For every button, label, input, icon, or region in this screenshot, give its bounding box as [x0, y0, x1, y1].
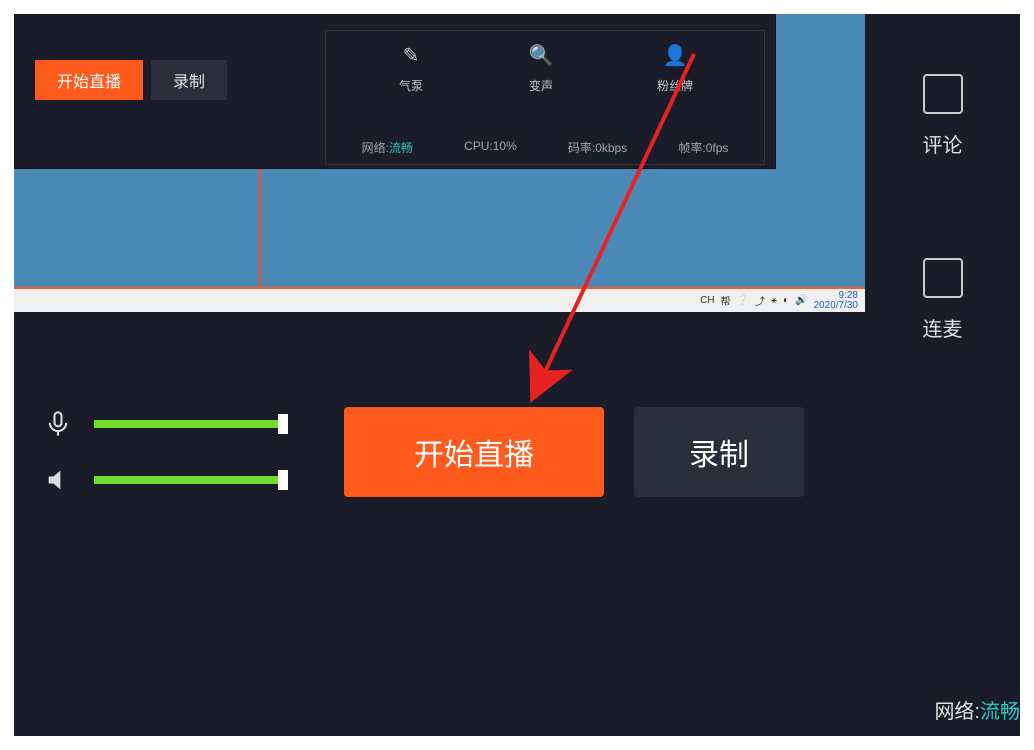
tray-icon[interactable]: 帮: [721, 293, 731, 308]
volume-icon[interactable]: 🔊: [795, 295, 807, 306]
sidebar-item-comments[interactable]: 评论: [923, 74, 963, 158]
clock[interactable]: 9:282020/7/30: [814, 291, 859, 311]
tool-item-fans[interactable]: 👤 粉丝牌: [657, 41, 693, 94]
stat-framerate: 帧率:0fps: [678, 139, 728, 156]
stat-network: 网络:流畅: [362, 139, 413, 156]
slider-thumb[interactable]: [278, 414, 288, 434]
main-control-bar: 开始直播 录制: [14, 312, 866, 592]
lang-indicator[interactable]: CH: [700, 295, 714, 306]
help-icon[interactable]: ❔: [737, 295, 749, 306]
start-live-button[interactable]: 开始直播: [344, 407, 604, 497]
sidebar-label: 评论: [923, 129, 963, 158]
mic-volume-slider[interactable]: [94, 420, 284, 428]
tool-label: 变声: [529, 77, 553, 94]
magnifier-icon: 🔍: [527, 41, 555, 69]
speaker-volume-row: [44, 466, 284, 494]
comment-icon: [923, 74, 963, 114]
sidebar-item-lianmai[interactable]: 连麦: [923, 258, 963, 342]
tool-icons-row: ✎ 气泵 🔍 变声 👤 粉丝牌 网络:流畅: [325, 30, 765, 165]
tray-icon[interactable]: ◐: [783, 295, 789, 306]
tool-label: 粉丝牌: [657, 77, 693, 94]
record-button[interactable]: 录制: [634, 407, 804, 497]
tray-icon[interactable]: ⤴: [755, 293, 765, 308]
stream-control-panel: 开始直播 录制 ✎ 气泵 🔍 变声 👤: [14, 14, 776, 169]
record-small-button[interactable]: 录制: [151, 60, 227, 100]
lianmai-icon: [923, 258, 963, 298]
person-icon: 👤: [661, 41, 689, 69]
right-sidebar: 评论 连麦 网络:流畅: [865, 14, 1020, 736]
windows-taskbar[interactable]: CH 帮 ❔ ⤴ ⚹ ◐ 🔊 9:282020/7/30: [14, 287, 866, 312]
tray-icon[interactable]: ⚹: [771, 295, 777, 306]
sidebar-label: 连麦: [923, 313, 963, 342]
slider-thumb[interactable]: [278, 470, 288, 490]
speaker-icon: [44, 466, 72, 494]
tool-label: 气泵: [399, 77, 423, 94]
mic-icon: [44, 410, 72, 438]
mic-volume-row: [44, 410, 284, 438]
desktop-area: 开始直播 录制 ✎ 气泵 🔍 变声 👤: [14, 14, 866, 309]
network-status: 网络:流畅: [934, 695, 1020, 724]
wand-icon: ✎: [397, 41, 425, 69]
tool-item-beauty[interactable]: ✎ 气泵: [397, 41, 425, 94]
stat-bitrate: 码率:0kbps: [568, 139, 627, 156]
start-live-small-button[interactable]: 开始直播: [35, 60, 143, 100]
tool-item-voice[interactable]: 🔍 变声: [527, 41, 555, 94]
speaker-volume-slider[interactable]: [94, 476, 284, 484]
stat-cpu: CPU:10%: [464, 139, 517, 156]
